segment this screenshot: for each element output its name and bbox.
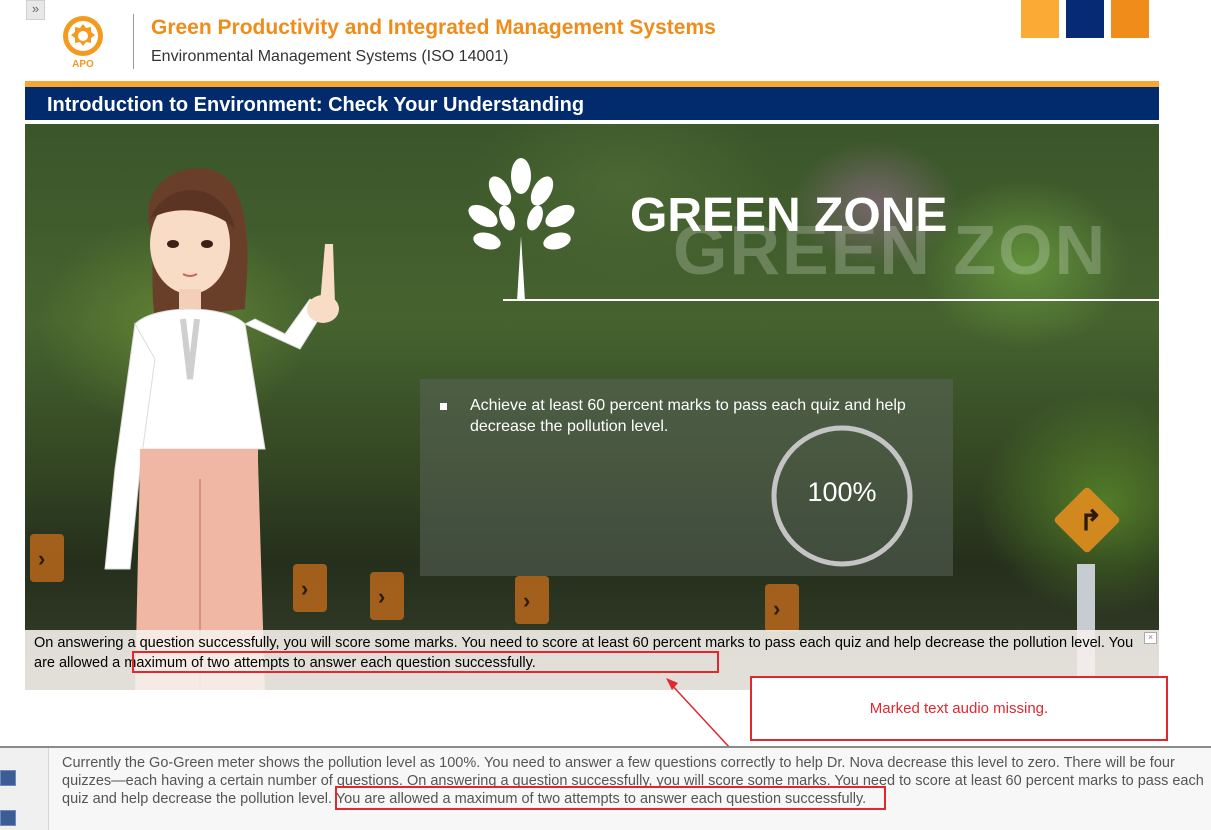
notes-gutter [0,748,49,830]
annotation-callout: Marked text audio missing. [750,676,1168,741]
course-subtitle: Environmental Management Systems (ISO 14… [151,48,509,65]
info-panel: Achieve at least 60 percent marks to pas… [420,379,953,576]
header-divider [133,14,134,69]
character-illustration [104,168,339,690]
bullet-icon [440,403,447,410]
caption-text-start: On answering a question successfully, yo… [34,635,1109,651]
tree-icon [468,158,575,301]
caption-highlight-box [132,651,719,673]
notes-highlight-box [335,786,886,810]
apo-logo: APO [63,16,103,70]
curve-arrow-icon: ↱ [1079,505,1103,536]
annotation-callout-text: Marked text audio missing. [869,700,1049,717]
page-title: Introduction to Environment: Check Your … [47,94,585,116]
brand-block-light-orange [1021,0,1059,38]
zone-title: GREEN ZONE [630,189,948,242]
course-title: Green Productivity and Integrated Manage… [151,16,716,39]
road-sign-icon: › [30,534,64,582]
zone-rule [503,299,1159,301]
slide-thumbnail-icon[interactable] [0,810,16,826]
road-sign-icon: › [765,584,799,632]
road-sign-icon: › [515,576,549,624]
logo-text: APO [72,59,94,70]
caption-close-button[interactable]: × [1144,632,1157,644]
brand-block-orange [1111,0,1149,38]
slide-stage: › › › › › ↱ GREEN ZON GREEN ZONE Achieve… [25,124,1159,690]
road-sign-icon: › [370,572,404,620]
pollution-meter-value: 100% [807,477,877,507]
brand-block-navy [1066,0,1104,38]
title-bar: Introduction to Environment: Check Your … [25,87,1159,122]
expand-panel-button[interactable]: » [26,0,45,20]
slide-thumbnail-icon[interactable] [0,770,16,786]
